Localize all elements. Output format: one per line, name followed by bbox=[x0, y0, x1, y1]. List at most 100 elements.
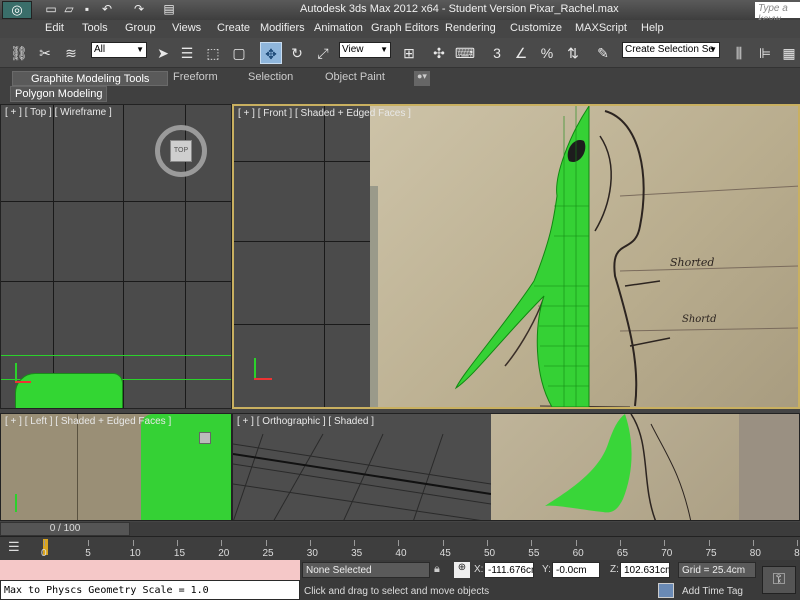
z-label: Z: bbox=[610, 564, 619, 575]
top-viewport[interactable]: [ + ] [ Top ] [ Wireframe ] TOP bbox=[0, 104, 232, 409]
maxscript-output[interactable]: Max to Physcs Geometry Scale = 1.0 bbox=[0, 580, 300, 600]
menu-edit[interactable]: Edit bbox=[45, 22, 64, 34]
select-and-move-icon[interactable]: ✥ bbox=[260, 42, 282, 64]
timeline-tick bbox=[797, 540, 799, 546]
timeline-tick bbox=[132, 540, 134, 546]
select-and-rotate-icon[interactable]: ↻ bbox=[286, 42, 308, 64]
menu-graph-editors[interactable]: Graph Editors bbox=[371, 22, 439, 34]
timeline-tick-label: 30 bbox=[306, 548, 318, 559]
highlighted-grid-line bbox=[1, 355, 231, 356]
timeline-tick bbox=[398, 540, 400, 546]
select-object-icon[interactable]: ➤ bbox=[152, 42, 174, 64]
viewport-label[interactable]: [ + ] [ Orthographic ] [ Shaded ] bbox=[237, 416, 374, 427]
timeline-tick bbox=[354, 540, 356, 546]
lock-icon[interactable]: 🔒︎ bbox=[434, 563, 440, 576]
timeline-tick-label: 70 bbox=[661, 548, 673, 559]
x-coordinate-input[interactable]: -111.676cm bbox=[484, 562, 534, 578]
timeline-ruler[interactable]: ☰ 0 5 10 15 20 25 30 35 40 45 50 55 60 65 70 75 80 85 bbox=[0, 536, 800, 560]
tab-selection[interactable]: Selection bbox=[248, 71, 293, 86]
edit-named-selection-icon[interactable]: ✎ bbox=[592, 42, 614, 64]
align-icon[interactable]: ⊫ bbox=[754, 42, 776, 64]
polygon-modeling-panel[interactable]: Polygon Modeling bbox=[10, 86, 108, 102]
reference-coordinate-dropdown[interactable]: View ▼ bbox=[339, 42, 391, 58]
bind-space-warp-icon[interactable]: ≋ bbox=[60, 42, 82, 64]
selection-filter-dropdown[interactable]: All ▼ bbox=[91, 42, 147, 58]
viewport-label[interactable]: [ + ] [ Top ] [ Wireframe ] bbox=[5, 107, 112, 118]
layer-manager-icon[interactable]: ▦ bbox=[778, 42, 800, 64]
viewcube-ring-icon[interactable]: TOP bbox=[155, 125, 207, 177]
trackbar-menu-icon[interactable]: ☰ bbox=[8, 539, 26, 557]
viewport-label[interactable]: [ + ] [ Front ] [ Shaded + Edged Faces ] bbox=[238, 108, 411, 119]
axis-gizmo-icon bbox=[254, 358, 256, 380]
timeline-tick bbox=[176, 540, 178, 546]
adaptive-degradation-icon[interactable] bbox=[658, 583, 674, 598]
tab-object-paint[interactable]: Object Paint bbox=[325, 71, 385, 86]
grid-line bbox=[53, 105, 54, 408]
percent-snap-icon[interactable]: % bbox=[536, 42, 558, 64]
rectangular-selection-icon[interactable]: ⬚ bbox=[202, 42, 224, 64]
character-mesh[interactable] bbox=[141, 414, 231, 520]
time-slider-track[interactable] bbox=[130, 522, 800, 536]
character-mesh[interactable] bbox=[233, 414, 800, 521]
grid-line bbox=[77, 414, 78, 520]
menu-maxscript[interactable]: MAXScript bbox=[575, 22, 627, 34]
viewcube-icon[interactable]: TOP bbox=[170, 140, 192, 162]
timeline-tick-label: 50 bbox=[484, 548, 496, 559]
prompt-line: Click and drag to select and move object… bbox=[304, 586, 490, 597]
menu-modifiers[interactable]: Modifiers bbox=[260, 22, 305, 34]
viewport-label[interactable]: [ + ] [ Left ] [ Shaded + Edged Faces ] bbox=[5, 416, 171, 427]
timeline-tick-label: 10 bbox=[129, 548, 141, 559]
select-and-scale-icon[interactable]: ⤢ bbox=[312, 42, 334, 64]
chevron-down-icon: ▼ bbox=[136, 45, 144, 54]
timeline-tick-label: 40 bbox=[395, 548, 407, 559]
front-viewport[interactable]: [ + ] [ Front ] [ Shaded + Edged Faces ]… bbox=[232, 104, 800, 409]
timeline-tick bbox=[221, 540, 223, 546]
manipulate-icon[interactable]: ✣ bbox=[428, 42, 450, 64]
title-bar: ◎ ▭ ▱ ▪ ↶ ↷ ▤ Autodesk 3ds Max 2012 x64 … bbox=[0, 0, 800, 25]
z-coordinate-input[interactable]: 102.631cm bbox=[620, 562, 670, 578]
spinner-snap-icon[interactable]: ⇅ bbox=[562, 42, 584, 64]
chevron-down-icon: ▼ bbox=[380, 45, 388, 54]
menu-customize[interactable]: Customize bbox=[510, 22, 562, 34]
ribbon-options-icon[interactable]: ●▾ bbox=[414, 71, 430, 86]
menu-create[interactable]: Create bbox=[217, 22, 250, 34]
select-by-name-icon[interactable]: ☰ bbox=[176, 42, 198, 64]
viewcube-icon[interactable] bbox=[199, 432, 211, 444]
tab-graphite-modeling-tools[interactable]: Graphite Modeling Tools bbox=[12, 71, 169, 86]
keyboard-shortcut-icon[interactable]: ⌨ bbox=[454, 42, 476, 64]
app-logo-icon[interactable]: ◎ bbox=[2, 1, 32, 19]
undo-icon[interactable]: ↶ bbox=[100, 2, 114, 16]
set-key-icon[interactable]: ⚿ bbox=[762, 566, 796, 594]
save-icon[interactable]: ▪ bbox=[80, 2, 94, 16]
search-input[interactable]: Type a keyw bbox=[755, 2, 800, 25]
snaps-toggle-icon[interactable]: 3 bbox=[486, 42, 508, 64]
menu-rendering[interactable]: Rendering bbox=[445, 22, 496, 34]
new-file-icon[interactable]: ▭ bbox=[44, 2, 58, 16]
select-link-icon[interactable]: ⛓ bbox=[8, 42, 30, 64]
orthographic-viewport[interactable]: [ + ] [ Orthographic ] [ Shaded ] bbox=[232, 413, 800, 521]
left-viewport[interactable]: [ + ] [ Left ] [ Shaded + Edged Faces ] bbox=[0, 413, 232, 521]
character-mesh[interactable] bbox=[234, 106, 800, 407]
tab-freeform[interactable]: Freeform bbox=[173, 71, 218, 86]
character-mesh[interactable] bbox=[15, 373, 123, 408]
add-time-tag[interactable]: Add Time Tag bbox=[682, 586, 743, 597]
window-crossing-icon[interactable]: ▢ bbox=[228, 42, 250, 64]
project-folder-icon[interactable]: ▤ bbox=[162, 2, 176, 16]
menu-group[interactable]: Group bbox=[125, 22, 156, 34]
angle-snap-icon[interactable]: ∠ bbox=[510, 42, 532, 64]
graphite-ribbon: Graphite Modeling Tools Freeform Selecti… bbox=[0, 68, 800, 104]
mirror-icon[interactable]: ⫼ bbox=[728, 42, 750, 64]
menu-animation[interactable]: Animation bbox=[314, 22, 363, 34]
redo-icon[interactable]: ↷ bbox=[132, 2, 146, 16]
transform-mode-icon[interactable]: ⊕ bbox=[454, 562, 470, 578]
unlink-icon[interactable]: ✂ bbox=[34, 42, 56, 64]
y-coordinate-input[interactable]: -0.0cm bbox=[552, 562, 600, 578]
maxscript-listener-top[interactable] bbox=[0, 560, 300, 580]
open-file-icon[interactable]: ▱ bbox=[62, 2, 76, 16]
pivot-center-icon[interactable]: ⊞ bbox=[398, 42, 420, 64]
time-slider[interactable]: 0 / 100 bbox=[0, 522, 130, 536]
menu-help[interactable]: Help bbox=[641, 22, 664, 34]
menu-views[interactable]: Views bbox=[172, 22, 201, 34]
named-selection-set-dropdown[interactable]: Create Selection Se ▼ bbox=[622, 42, 720, 58]
menu-tools[interactable]: Tools bbox=[82, 22, 108, 34]
